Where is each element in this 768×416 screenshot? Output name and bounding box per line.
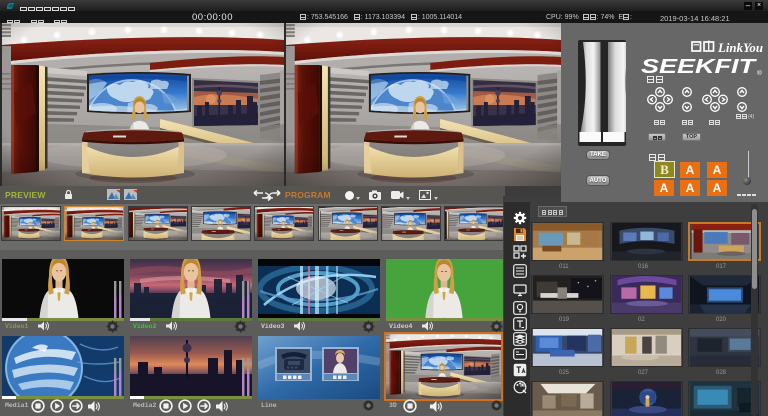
svg-text:®: ®	[757, 69, 762, 77]
svg-text:LinkYou: LinkYou	[717, 41, 763, 55]
